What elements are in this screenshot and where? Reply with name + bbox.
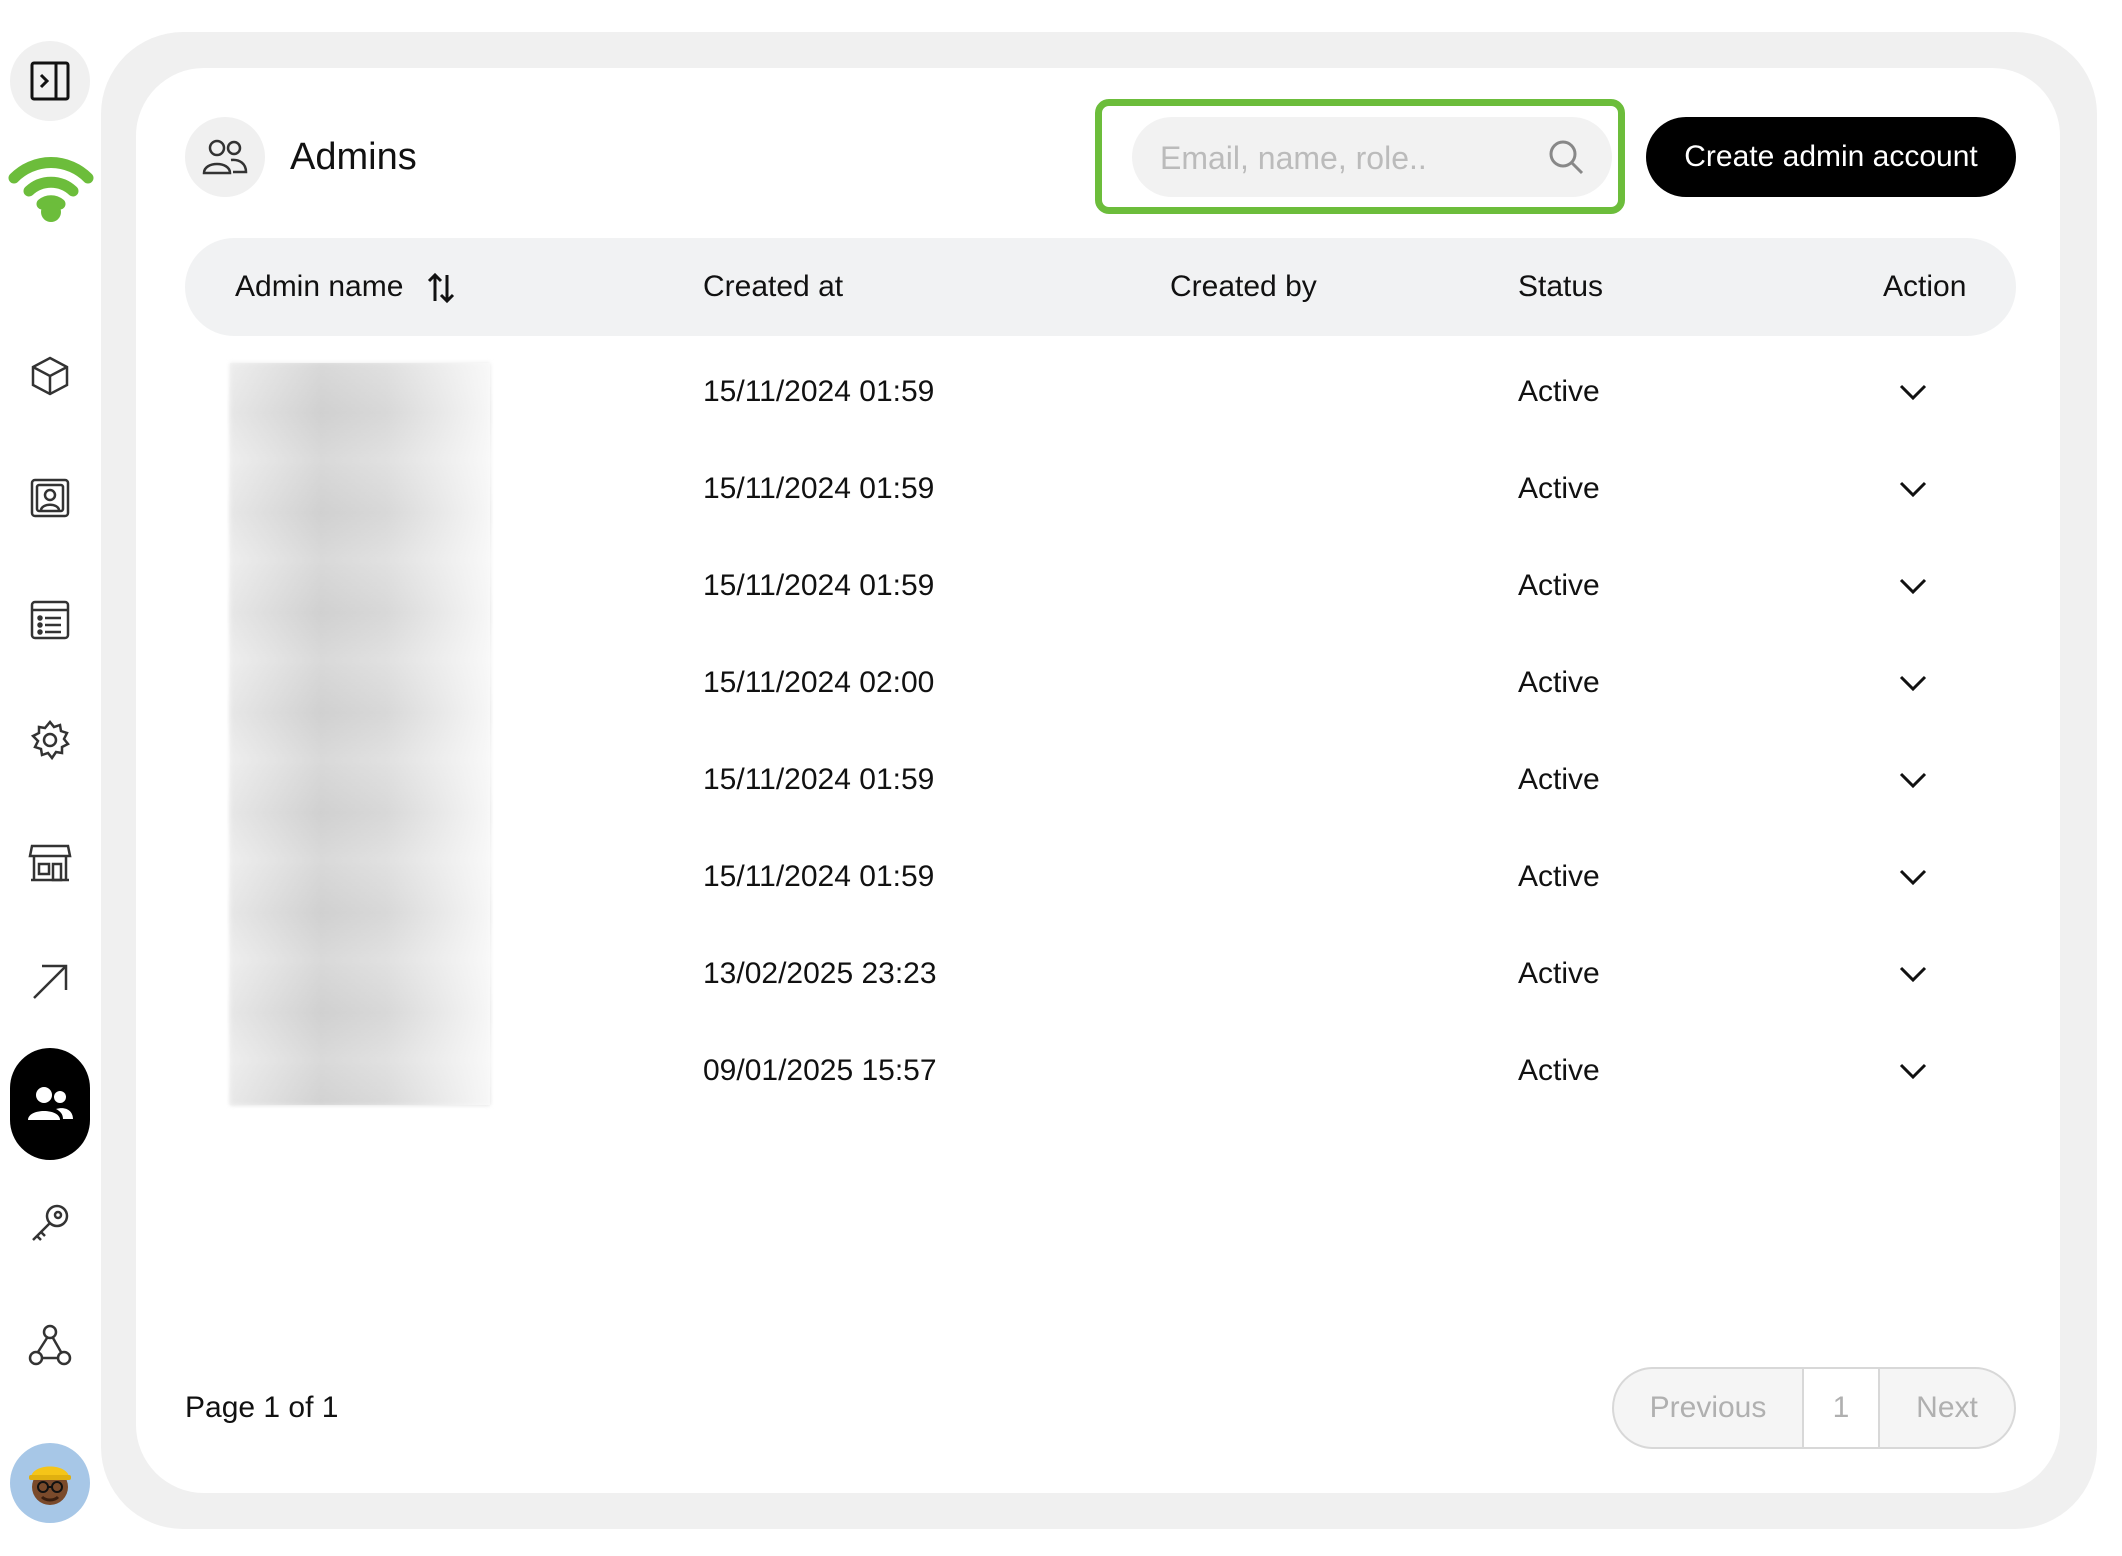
column-header-status: Status xyxy=(1518,270,1604,303)
sort-icon[interactable] xyxy=(426,271,456,305)
column-header-action: Action xyxy=(1883,270,1967,303)
status-cell: Active xyxy=(1518,763,1600,796)
sidebar-item-outbound[interactable] xyxy=(10,942,90,1022)
column-header-label: Admin name xyxy=(235,270,404,303)
sidebar xyxy=(0,0,100,1556)
sidebar-toggle-button[interactable] xyxy=(10,41,90,121)
sidebar-item-store[interactable] xyxy=(10,822,90,902)
sidebar-item-lists[interactable] xyxy=(10,580,90,660)
create-admin-account-button[interactable]: Create admin account xyxy=(1646,117,2016,197)
search-icon[interactable] xyxy=(1546,137,1586,177)
created-at-cell: 15/11/2024 02:00 xyxy=(703,666,935,699)
avatar-face-icon xyxy=(29,1466,71,1505)
status-cell: Active xyxy=(1518,472,1600,505)
panel-expand-icon xyxy=(30,61,70,101)
gear-icon xyxy=(30,720,70,761)
chevron-down-icon[interactable] xyxy=(1894,955,1932,993)
created-at-cell: 15/11/2024 01:59 xyxy=(703,569,935,602)
page-title-icon xyxy=(185,117,265,197)
created-at-cell: 15/11/2024 01:59 xyxy=(703,763,935,796)
table-row[interactable]: 15/11/2024 02:00 Active xyxy=(185,634,2016,731)
created-at-cell: 15/11/2024 01:59 xyxy=(703,860,935,893)
pagination: Previous 1 Next xyxy=(1612,1367,2016,1449)
status-cell: Active xyxy=(1518,1054,1600,1087)
status-cell: Active xyxy=(1518,957,1600,990)
box-icon xyxy=(31,356,69,396)
chevron-down-icon[interactable] xyxy=(1894,470,1932,508)
column-header-created-by: Created by xyxy=(1170,270,1317,303)
table-row[interactable]: 15/11/2024 01:59 Active xyxy=(185,440,2016,537)
sidebar-item-keys[interactable] xyxy=(10,1183,90,1263)
column-header-admin-name[interactable]: Admin name xyxy=(235,238,456,336)
sidebar-item-webhooks[interactable] xyxy=(10,1305,90,1385)
arrow-up-right-icon xyxy=(33,964,68,999)
status-cell: Active xyxy=(1518,569,1600,602)
table-row[interactable]: 09/01/2025 15:57 Active xyxy=(185,1022,2016,1119)
created-at-cell: 09/01/2025 15:57 xyxy=(703,1054,937,1087)
chevron-down-icon[interactable] xyxy=(1894,1052,1932,1090)
next-page-button[interactable]: Next xyxy=(1880,1369,2014,1447)
users-outline-icon xyxy=(202,139,248,175)
sidebar-item-admins[interactable] xyxy=(10,1048,90,1160)
store-icon xyxy=(28,844,72,882)
users-icon xyxy=(28,1087,73,1120)
created-at-cell: 13/02/2025 23:23 xyxy=(703,957,937,990)
page-info: Page 1 of 1 xyxy=(185,1391,339,1424)
sidebar-item-products[interactable] xyxy=(10,336,90,416)
status-cell: Active xyxy=(1518,375,1600,408)
table-row[interactable]: 15/11/2024 01:59 Active xyxy=(185,828,2016,925)
sidebar-item-contacts[interactable] xyxy=(10,458,90,538)
contact-card-icon xyxy=(30,478,70,518)
table-row[interactable]: 15/11/2024 01:59 Active xyxy=(185,537,2016,634)
column-header-created-at: Created at xyxy=(703,270,844,303)
chevron-down-icon[interactable] xyxy=(1894,567,1932,605)
status-cell: Active xyxy=(1518,666,1600,699)
webhook-icon xyxy=(28,1324,72,1366)
key-icon xyxy=(32,1204,69,1241)
table-row[interactable]: 13/02/2025 23:23 Active xyxy=(185,925,2016,1022)
status-cell: Active xyxy=(1518,860,1600,893)
search-input[interactable] xyxy=(1158,117,1542,199)
table-header: Admin name Created at Created by Status … xyxy=(185,238,2016,336)
chevron-down-icon[interactable] xyxy=(1894,664,1932,702)
table-row[interactable]: 15/11/2024 01:59 Active xyxy=(185,343,2016,440)
sidebar-item-settings[interactable] xyxy=(10,700,90,780)
page-number-button[interactable]: 1 xyxy=(1802,1369,1880,1447)
page-title: Admins xyxy=(290,136,417,178)
chevron-down-icon[interactable] xyxy=(1894,761,1932,799)
previous-page-button[interactable]: Previous xyxy=(1614,1369,1802,1447)
created-at-cell: 15/11/2024 01:59 xyxy=(703,472,935,505)
list-icon xyxy=(30,600,70,640)
search-box[interactable] xyxy=(1132,117,1612,199)
chevron-down-icon[interactable] xyxy=(1894,858,1932,896)
created-at-cell: 15/11/2024 01:59 xyxy=(703,375,935,408)
wifi-logo-icon xyxy=(8,148,94,222)
chevron-down-icon[interactable] xyxy=(1894,373,1932,411)
table-row[interactable]: 15/11/2024 01:59 Active xyxy=(185,731,2016,828)
user-avatar[interactable] xyxy=(10,1443,90,1523)
